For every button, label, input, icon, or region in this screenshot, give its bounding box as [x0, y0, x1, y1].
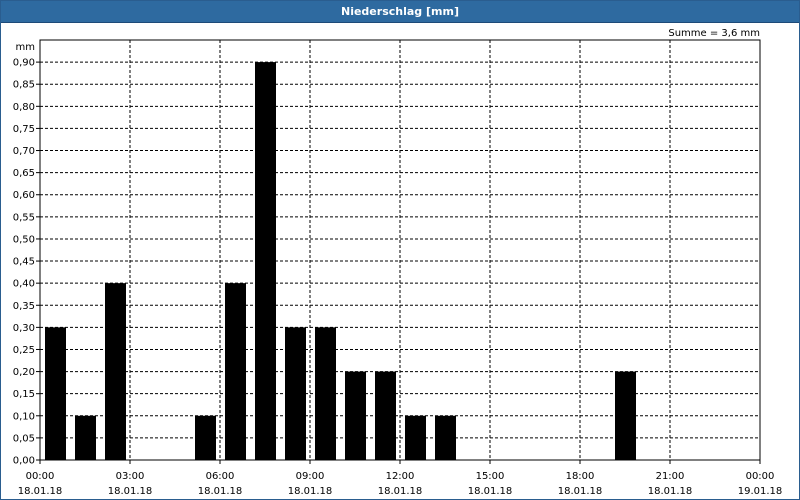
- y-tick-label: 0,10: [13, 411, 35, 422]
- bar: [345, 371, 366, 460]
- bar: [615, 371, 636, 460]
- y-tick-label: 0,55: [13, 212, 35, 223]
- y-tick-label: 0,35: [13, 301, 35, 312]
- x-tick-date: 18.01.18: [648, 486, 693, 497]
- x-tick-time: 06:00: [206, 471, 235, 482]
- y-tick-label: 0,20: [13, 367, 35, 378]
- precipitation-chart: 0,00 0,05 0,10 0,15 0,20 0,25 0,30 0,35 0,40 0,45…: [13, 28, 783, 497]
- y-tick-label: 0,80: [13, 102, 35, 113]
- bar: [405, 415, 426, 460]
- x-tick-time: 18:00: [566, 471, 595, 482]
- x-tick-time: 00:00: [26, 471, 55, 482]
- x-tick-date: 18.01.18: [198, 486, 243, 497]
- bar: [105, 283, 126, 460]
- bar: [315, 327, 336, 460]
- y-tick-label: 0,45: [13, 257, 35, 268]
- x-tick-time: 03:00: [116, 471, 145, 482]
- x-tick-labels: 00:00 18.01.18 03:00 18.01.18 06:00 18.01.18 0…: [18, 471, 783, 497]
- x-tick-date: 18.01.18: [378, 486, 423, 497]
- x-tick-date: 19.01.18: [738, 486, 783, 497]
- y-tick-label: 0,30: [13, 323, 35, 334]
- x-tick-time: 21:00: [656, 471, 685, 482]
- y-tick-label: 0,70: [13, 146, 35, 157]
- y-tick-label: 0,60: [13, 190, 35, 201]
- x-tick-date: 18.01.18: [288, 486, 333, 497]
- bar: [255, 62, 276, 461]
- y-tick-label: 0,65: [13, 168, 35, 179]
- x-tick-date: 18.01.18: [468, 486, 513, 497]
- bar: [435, 415, 456, 460]
- bar: [285, 327, 306, 460]
- y-tick-label: 0,75: [13, 124, 35, 135]
- y-tick-label: 0,85: [13, 80, 35, 91]
- bar: [75, 415, 96, 460]
- y-tick-labels: 0,00 0,05 0,10 0,15 0,20 0,25 0,30 0,35 0,40 0,45…: [13, 58, 35, 467]
- y-tick-label: 0,50: [13, 234, 35, 245]
- x-tick-time: 15:00: [476, 471, 505, 482]
- bar: [195, 415, 216, 460]
- x-tick-time: 00:00: [746, 471, 775, 482]
- y-tick-label: 0,90: [13, 58, 35, 69]
- y-unit-label: mm: [16, 42, 35, 53]
- y-tick-label: 0,25: [13, 345, 35, 356]
- x-tick-time: 09:00: [296, 471, 325, 482]
- bar: [45, 327, 66, 460]
- axes: [36, 39, 761, 464]
- x-tick-date: 18.01.18: [18, 486, 63, 497]
- sum-annotation: Summe = 3,6 mm: [668, 28, 760, 39]
- bar: [375, 371, 396, 460]
- x-tick-time: 12:00: [386, 471, 415, 482]
- grid-lines: [40, 40, 760, 460]
- x-tick-date: 18.01.18: [558, 486, 603, 497]
- x-tick-date: 18.01.18: [108, 486, 153, 497]
- bar: [225, 283, 246, 460]
- y-tick-label: 0,05: [13, 433, 35, 444]
- y-tick-label: 0,00: [13, 456, 35, 467]
- y-tick-label: 0,40: [13, 279, 35, 290]
- y-tick-label: 0,15: [13, 389, 35, 400]
